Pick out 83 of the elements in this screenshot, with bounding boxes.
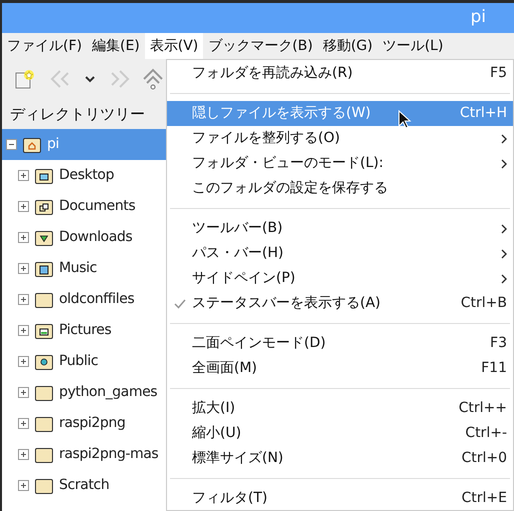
menu-entry-label: フォルダを再読み込み(R) bbox=[192, 64, 353, 83]
expand-icon[interactable] bbox=[18, 387, 29, 398]
menu-entry-label: フィルタ(T) bbox=[192, 489, 268, 508]
tree-item-label: Pictures bbox=[59, 321, 112, 340]
caret-icon[interactable] bbox=[84, 74, 96, 84]
menu-entry-label: ステータスバーを表示する(A) bbox=[192, 294, 381, 313]
tree-item[interactable]: Downloads bbox=[2, 222, 167, 253]
tree-item-label: raspi2png bbox=[59, 414, 126, 433]
menu-entry-label: サイドペイン(P) bbox=[192, 269, 296, 288]
shortcut-label: Ctrl+E bbox=[462, 489, 507, 508]
shortcut-label: Ctrl+H bbox=[460, 104, 507, 123]
expand-icon[interactable] bbox=[18, 480, 29, 491]
menu-entry-label: ツールバー(B) bbox=[192, 219, 283, 238]
tree-item[interactable]: raspi2png bbox=[2, 408, 167, 439]
menu-entry[interactable]: 全画面(M) F11 bbox=[167, 356, 513, 381]
tree-item-label: Desktop bbox=[59, 166, 114, 185]
expand-icon[interactable] bbox=[18, 325, 29, 336]
tree-item[interactable]: raspi2png-mas bbox=[2, 439, 167, 470]
menu-entry-label: 隠しファイルを表示する(W) bbox=[192, 104, 371, 123]
window-title: pi bbox=[470, 6, 486, 30]
menu-entry[interactable]: フィルタ(T) Ctrl+E bbox=[167, 486, 513, 511]
tree-item-label: Documents bbox=[59, 197, 136, 216]
tree-item[interactable]: Scratch bbox=[2, 470, 167, 501]
tree-item[interactable]: oldconffiles bbox=[2, 284, 167, 315]
tree-item-label: Scratch bbox=[59, 476, 110, 495]
shortcut-label: Ctrl+- bbox=[465, 424, 507, 443]
menu-entry[interactable]: 縮小(U) Ctrl+- bbox=[167, 421, 513, 446]
menu-item[interactable]: 移動(G) bbox=[318, 33, 378, 59]
tree-item[interactable]: Documents bbox=[2, 191, 167, 222]
tree-item-label: Public bbox=[59, 352, 98, 371]
shortcut-label: F11 bbox=[481, 359, 507, 378]
menu-item[interactable]: 編集(E) bbox=[86, 33, 145, 59]
tree-item-label: raspi2png-mas bbox=[59, 445, 158, 464]
menu-entry-label: パス・バー(H) bbox=[192, 244, 284, 263]
menu-entry[interactable]: 二面ペインモード(D) F3 bbox=[167, 331, 513, 356]
tree-item-label: python_games bbox=[59, 383, 158, 402]
tree-item[interactable]: Music bbox=[2, 253, 167, 284]
collapse-icon[interactable] bbox=[6, 139, 17, 150]
menu-entry-label: 縮小(U) bbox=[192, 424, 242, 443]
menu-entry[interactable]: このフォルダの設定を保存する bbox=[167, 176, 513, 201]
sidebar-title: ディレクトリツリー bbox=[9, 104, 146, 125]
menu-entry[interactable]: ステータスバーを表示する(A) Ctrl+B bbox=[167, 291, 513, 316]
menu-entry-label: 二面ペインモード(D) bbox=[192, 334, 326, 353]
menu-entry[interactable]: 標準サイズ(N) Ctrl+0 bbox=[167, 446, 513, 471]
tree-item-label: pi bbox=[47, 135, 59, 154]
menu-entry-label: ファイルを整列する(O) bbox=[192, 129, 340, 148]
menu-entry[interactable]: 拡大(I) Ctrl++ bbox=[167, 396, 513, 421]
mouse-pointer-icon bbox=[398, 110, 412, 130]
menu-entry[interactable]: フォルダを再読み込み(R) F5 bbox=[167, 61, 513, 86]
menu-entry[interactable]: ツールバー(B) bbox=[167, 216, 513, 241]
expand-icon[interactable] bbox=[18, 170, 29, 181]
menu-entry-label: このフォルダの設定を保存する bbox=[192, 179, 388, 198]
menu-item[interactable]: 表示(V) bbox=[144, 33, 204, 59]
shortcut-label: Ctrl++ bbox=[458, 399, 507, 418]
expand-icon[interactable] bbox=[18, 263, 29, 274]
expand-icon[interactable] bbox=[18, 294, 29, 305]
expand-icon[interactable] bbox=[18, 418, 29, 429]
menu-entry[interactable]: サイドペイン(P) bbox=[167, 266, 513, 291]
menu-entry-label: フォルダ・ビューのモード(L): bbox=[192, 154, 384, 173]
shortcut-label: F3 bbox=[490, 334, 507, 353]
menu-entry[interactable]: ファイルを整列する(O) bbox=[167, 126, 513, 151]
expand-icon[interactable] bbox=[18, 356, 29, 367]
tree-item[interactable]: Pictures bbox=[2, 315, 167, 346]
menu-item[interactable]: ツール(L) bbox=[378, 33, 448, 59]
shortcut-label: Ctrl+0 bbox=[461, 449, 507, 468]
menu-item[interactable]: ブックマーク(B) bbox=[203, 33, 318, 59]
tree-item[interactable]: Desktop bbox=[2, 160, 167, 191]
tree-item-label: Downloads bbox=[59, 228, 132, 247]
menu-entry[interactable]: パス・バー(H) bbox=[167, 241, 513, 266]
expand-icon[interactable] bbox=[18, 232, 29, 243]
shortcut-label: Ctrl+B bbox=[460, 294, 507, 313]
menu-entry[interactable]: フォルダ・ビューのモード(L): bbox=[167, 151, 513, 176]
shortcut-label: F5 bbox=[490, 64, 507, 83]
tree-item[interactable]: python_games bbox=[2, 377, 167, 408]
tree-item-label: Music bbox=[59, 259, 97, 278]
menu-entry-label: 拡大(I) bbox=[192, 399, 236, 418]
menu-item[interactable]: ファイル(F) bbox=[2, 33, 87, 59]
tree-item[interactable]: Public bbox=[2, 346, 167, 377]
menu-entry-label: 標準サイズ(N) bbox=[192, 449, 284, 468]
tree-item-label: oldconffiles bbox=[59, 290, 134, 309]
expand-icon[interactable] bbox=[18, 201, 29, 212]
menu-entry-label: 全画面(M) bbox=[192, 359, 258, 378]
expand-icon[interactable] bbox=[18, 449, 29, 460]
